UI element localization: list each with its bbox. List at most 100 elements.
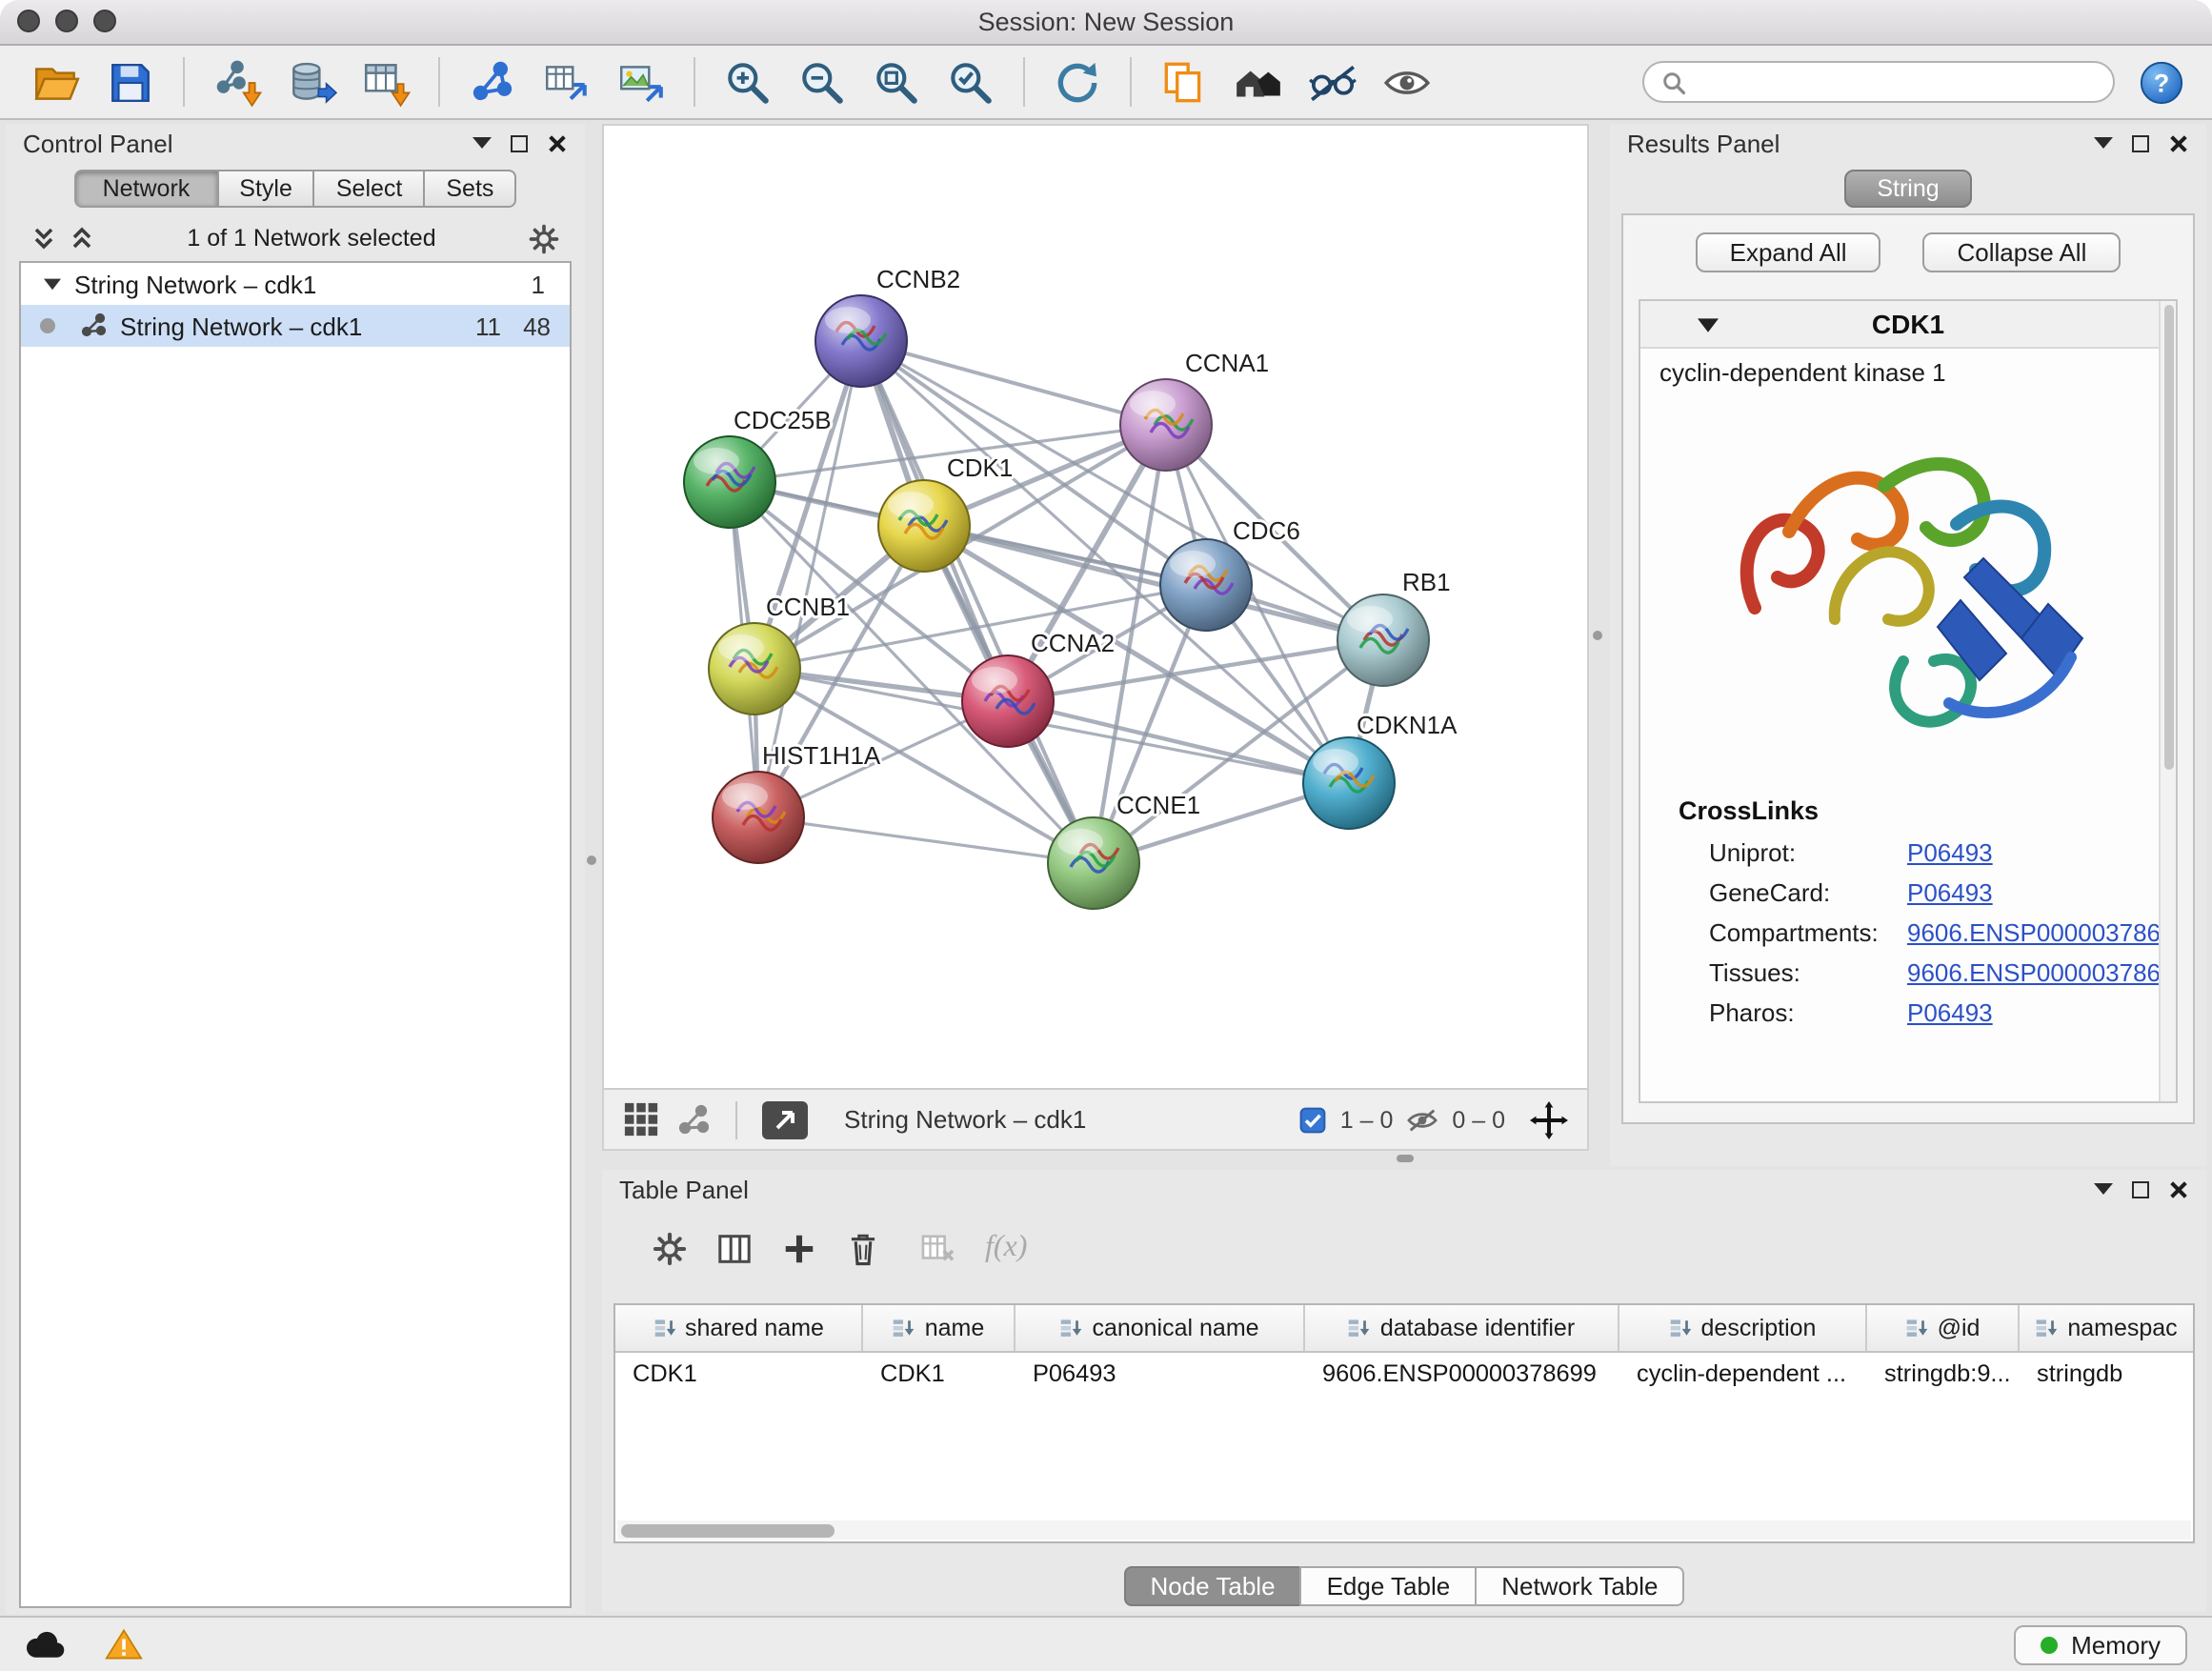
crosslink-link-genecard[interactable]: P06493 — [1907, 878, 1993, 907]
hide-glasses-icon[interactable] — [1307, 56, 1358, 108]
panel-close-icon[interactable] — [2168, 1178, 2189, 1199]
panel-collapse-icon[interactable] — [473, 137, 492, 149]
table-horizontal-scrollbar[interactable] — [617, 1520, 2191, 1540]
open-in-new-window-button[interactable] — [762, 1100, 808, 1138]
zoom-out-icon[interactable] — [796, 56, 848, 108]
network-node-HIST1H1A[interactable]: HIST1H1A — [713, 741, 881, 863]
zoom-selected-icon[interactable] — [945, 56, 996, 108]
eye-icon[interactable] — [1381, 56, 1433, 108]
section-expander-icon[interactable] — [1698, 316, 1719, 333]
import-network-from-database-icon[interactable] — [286, 56, 337, 108]
panel-float-icon[interactable] — [511, 134, 528, 151]
network-from-table-icon[interactable] — [541, 56, 593, 108]
scrollbar-thumb[interactable] — [621, 1523, 835, 1537]
close-window-button[interactable] — [17, 10, 40, 32]
results-scrollbar[interactable] — [2159, 301, 2176, 1101]
network-node-RB1[interactable]: RB1 — [1337, 568, 1451, 686]
zoom-window-button[interactable] — [93, 10, 116, 32]
tab-network[interactable]: Network — [74, 170, 219, 208]
protein-section-header[interactable]: CDK1 — [1640, 301, 2176, 349]
table-cell[interactable]: 9606.ENSP00000378699 — [1305, 1353, 1619, 1395]
bottom-splitter-handle[interactable] — [1397, 1155, 1414, 1162]
table-row[interactable]: CDK1CDK1P064939606.ENSP00000378699cyclin… — [615, 1353, 2193, 1395]
zoom-fit-icon[interactable] — [871, 56, 922, 108]
minimize-window-button[interactable] — [55, 10, 78, 32]
gear-icon[interactable] — [528, 222, 560, 254]
hidden-eye-icon[interactable] — [1406, 1106, 1438, 1133]
crosslink-link-uniprot[interactable]: P06493 — [1907, 838, 1993, 867]
import-network-from-file-icon[interactable] — [211, 56, 263, 108]
tab-select[interactable]: Select — [313, 170, 426, 208]
show-columns-icon[interactable] — [716, 1230, 753, 1266]
collapse-all-button[interactable]: Collapse All — [1923, 232, 2122, 272]
cloud-icon[interactable] — [25, 1629, 67, 1660]
save-session-icon[interactable] — [105, 56, 156, 108]
refresh-icon[interactable] — [1052, 56, 1103, 108]
network-node-CCNB2[interactable]: CCNB2 — [815, 265, 960, 387]
zoom-in-icon[interactable] — [722, 56, 774, 108]
column-header-shared-name[interactable]: shared name — [615, 1305, 863, 1351]
left-splitter-handle[interactable] — [587, 856, 596, 865]
selected-checkbox-icon[interactable] — [1300, 1106, 1327, 1133]
column-header-namespac[interactable]: namespac — [2020, 1305, 2195, 1351]
network-share-icon[interactable] — [676, 1102, 711, 1137]
table-cell[interactable]: stringdb:9... — [1867, 1353, 2020, 1395]
tab-style[interactable]: Style — [216, 170, 315, 208]
network-canvas[interactable]: CCNB2CCNA1CDC25BCDK1CDC6RB1CCNB1CCNA2CDK… — [604, 126, 1587, 1088]
network-row-selected[interactable]: String Network – cdk1 11 48 — [21, 305, 570, 347]
column-header--id[interactable]: @id — [1867, 1305, 2020, 1351]
network-node-CDKN1A[interactable]: CDKN1A — [1303, 711, 1458, 829]
help-icon[interactable]: ? — [2138, 58, 2185, 106]
panel-float-icon[interactable] — [2132, 134, 2149, 151]
panel-close-icon[interactable] — [547, 132, 568, 153]
crosslink-link-tissues[interactable]: 9606.ENSP00000378699 — [1907, 958, 2178, 987]
column-header-description[interactable]: description — [1619, 1305, 1867, 1351]
panel-close-icon[interactable] — [2168, 132, 2189, 153]
crosslink-link-compartments[interactable]: 9606.ENSP00000378699 — [1907, 918, 2178, 947]
expand-all-networks-icon[interactable] — [69, 225, 95, 252]
table-cell[interactable]: cyclin-dependent ... — [1619, 1353, 1867, 1395]
panel-float-icon[interactable] — [2132, 1180, 2149, 1198]
right-splitter-handle[interactable] — [1593, 631, 1602, 640]
tab-sets[interactable]: Sets — [423, 170, 516, 208]
crosslink-link-pharos[interactable]: P06493 — [1907, 998, 1993, 1027]
open-folder-icon[interactable] — [30, 56, 82, 108]
search-input[interactable] — [1698, 67, 2096, 97]
results-scrollbar-thumb[interactable] — [2164, 305, 2174, 769]
collapse-all-networks-icon[interactable] — [30, 225, 57, 252]
table-settings-gear-icon[interactable] — [652, 1230, 688, 1266]
search-field[interactable] — [1642, 61, 2115, 103]
table-cell[interactable]: CDK1 — [615, 1353, 863, 1395]
network-collection-row[interactable]: String Network – cdk1 1 — [21, 263, 570, 305]
move-crosshair-icon[interactable] — [1530, 1100, 1568, 1138]
copy-documents-icon[interactable] — [1158, 56, 1210, 108]
column-header-database-identifier[interactable]: database identifier — [1305, 1305, 1619, 1351]
tab-string-results[interactable]: String — [1844, 170, 1971, 208]
warning-icon[interactable] — [105, 1627, 143, 1661]
add-column-icon[interactable] — [781, 1230, 817, 1266]
external-arrow-icon — [772, 1106, 798, 1133]
panel-collapse-icon[interactable] — [2094, 1183, 2113, 1195]
tab-edge-table[interactable]: Edge Table — [1300, 1566, 1478, 1606]
tab-node-table[interactable]: Node Table — [1123, 1566, 1301, 1606]
network-node-CCNA1[interactable]: CCNA1 — [1120, 349, 1269, 471]
expand-all-button[interactable]: Expand All — [1696, 232, 1881, 272]
network-node-CDK1[interactable]: CDK1 — [878, 453, 1013, 572]
memory-button[interactable]: Memory — [2014, 1624, 2187, 1664]
import-table-from-file-icon[interactable] — [360, 56, 412, 108]
table-cell[interactable]: P06493 — [1016, 1353, 1305, 1395]
new-network-icon[interactable] — [467, 56, 518, 108]
column-header-name[interactable]: name — [863, 1305, 1016, 1351]
table-cell[interactable]: CDK1 — [863, 1353, 1016, 1395]
tab-network-table[interactable]: Network Table — [1475, 1566, 1684, 1606]
network-node-CDC25B[interactable]: CDC25B — [684, 406, 832, 528]
grid-view-icon[interactable] — [623, 1101, 659, 1137]
node-label-HIST1H1A: HIST1H1A — [762, 741, 881, 770]
delete-column-icon[interactable] — [846, 1230, 880, 1266]
home-icon[interactable] — [1233, 56, 1284, 108]
panel-collapse-icon[interactable] — [2094, 137, 2113, 149]
tree-expander-icon[interactable] — [44, 276, 61, 292]
column-header-canonical-name[interactable]: canonical name — [1016, 1305, 1305, 1351]
table-cell[interactable]: stringdb — [2020, 1353, 2195, 1395]
export-image-icon[interactable] — [615, 56, 667, 108]
